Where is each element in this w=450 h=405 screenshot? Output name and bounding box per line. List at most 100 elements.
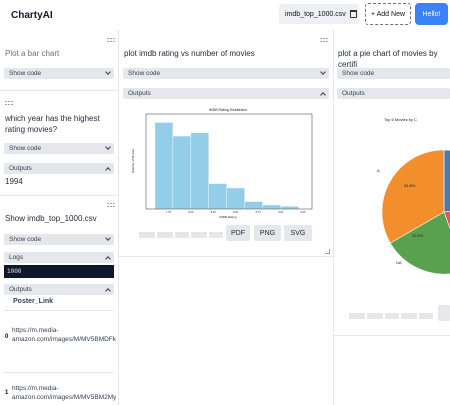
histogram-bar <box>226 187 245 210</box>
logs-label: Logs <box>9 254 24 261</box>
cell-divider <box>119 256 333 257</box>
row-index: 1 <box>5 390 9 396</box>
x-tick-label: 8.25 <box>211 210 217 214</box>
output-result: 1994 <box>5 177 23 186</box>
chart-title: Top 5 Movies by C <box>384 117 417 122</box>
add-new-button[interactable]: + Add New <box>365 3 411 25</box>
file-chip[interactable]: imdb_top_1000.csv <box>279 4 359 24</box>
chevron-up-icon <box>105 167 111 173</box>
cell-divider <box>0 90 118 91</box>
app-header: ChartyAI imdb_top_1000.csv + Add New Hel… <box>0 0 450 30</box>
table-column-header: Poster_Link <box>13 298 54 305</box>
outputs-toggle[interactable]: Outputs <box>4 163 114 174</box>
histogram-bar <box>190 132 210 210</box>
toolbar-placeholder <box>401 313 417 319</box>
histogram-bar <box>280 206 299 210</box>
outputs-label: Outputs <box>342 90 365 97</box>
resize-handle-icon[interactable] <box>325 249 330 254</box>
histogram-bar <box>262 204 281 210</box>
x-axis-label: IMDB Rating <box>219 215 236 219</box>
export-svg-button[interactable]: SVG <box>284 225 312 241</box>
column-divider <box>333 30 334 405</box>
outputs-toggle[interactable]: Outputs <box>123 88 329 99</box>
table-cell: https://m.media-amazon.com/images/M/MV5B… <box>12 385 116 401</box>
table-divider <box>4 310 114 311</box>
outputs-toggle[interactable]: Outputs <box>337 88 450 99</box>
show-code-toggle[interactable]: Show code <box>123 68 329 79</box>
drag-handle-icon[interactable] <box>320 38 329 42</box>
show-code-label: Show code <box>9 70 42 77</box>
chevron-up-icon <box>320 92 326 98</box>
chevron-down-icon <box>105 69 111 75</box>
hello-button[interactable]: Hello! <box>415 3 448 25</box>
cell-divider <box>0 195 118 196</box>
chevron-down-icon <box>320 69 326 75</box>
toolbar-placeholder <box>419 313 433 319</box>
slice-percent: 22.5% <box>412 233 424 238</box>
show-code-label: Show code <box>128 70 161 77</box>
pie-slice <box>443 149 450 213</box>
slice-label: A <box>377 168 380 173</box>
drag-handle-icon[interactable] <box>107 203 116 207</box>
x-tick-label: 9.25 <box>300 210 306 214</box>
trash-icon[interactable] <box>349 10 357 18</box>
cell-prompt[interactable]: Plot a bar chart <box>5 48 59 59</box>
show-code-label: Show code <box>9 145 42 152</box>
cell-prompt[interactable]: plot imdb rating vs number of movies <box>124 48 255 59</box>
export-png-button[interactable]: PNG <box>254 225 281 241</box>
x-tick-label: 8.75 <box>256 210 262 214</box>
show-code-label: Show code <box>342 70 375 77</box>
outputs-label: Outputs <box>9 165 32 172</box>
app-brand: ChartyAI <box>11 10 53 21</box>
toolbar-placeholder <box>139 232 155 238</box>
logs-toggle[interactable]: Logs <box>4 252 114 263</box>
chevron-up-icon <box>105 256 111 262</box>
chevron-down-icon <box>105 144 111 150</box>
toolbar-placeholder <box>157 232 173 238</box>
slice-label: UA <box>396 260 402 265</box>
x-tick-label: 9.00 <box>278 210 284 214</box>
histogram-bar <box>154 122 174 210</box>
histogram-bar <box>244 201 263 210</box>
cell-divider <box>334 335 450 336</box>
histogram-bar <box>172 135 192 210</box>
show-code-toggle[interactable]: Show code <box>4 143 114 154</box>
log-output: 1000 <box>4 265 114 278</box>
show-code-toggle[interactable]: Show code <box>4 68 114 79</box>
row-index: 0 <box>5 334 9 340</box>
show-code-label: Show code <box>9 236 42 243</box>
toolbar-placeholder <box>349 313 365 319</box>
toolbar-placeholder <box>191 232 207 238</box>
slice-percent: 34.8% <box>404 183 416 188</box>
table-cell: https://m.media-amazon.com/images/M/MV5B… <box>12 327 116 343</box>
cell-prompt[interactable]: plot a pie chart of movies by certifi <box>338 48 450 70</box>
chart-title: IMDB Rating Distribution <box>209 108 247 112</box>
export-pdf-button[interactable] <box>438 305 450 321</box>
imdb-rating-histogram: IMDB Rating Distribution Number of Movie… <box>128 104 323 222</box>
show-code-toggle[interactable]: Show code <box>337 68 450 79</box>
drag-handle-icon[interactable] <box>107 38 116 42</box>
x-tick-label: 8.50 <box>233 210 239 214</box>
certificate-pie-chart: Top 5 Movies by C A UA 34.8% 22.5% <box>344 104 450 304</box>
drag-handle-icon[interactable] <box>5 101 14 105</box>
column-divider <box>118 30 119 405</box>
toolbar-placeholder <box>209 232 223 238</box>
chevron-down-icon <box>105 235 111 241</box>
cell-prompt[interactable]: which year has the highest rating movies… <box>5 113 115 135</box>
toolbar-placeholder <box>385 313 399 319</box>
file-name: imdb_top_1000.csv <box>285 10 346 18</box>
cell-prompt[interactable]: Show imdb_top_1000.csv <box>5 213 97 224</box>
x-tick-label: 7.75 <box>166 210 172 214</box>
show-code-toggle[interactable]: Show code <box>4 234 114 245</box>
export-pdf-button[interactable]: PDF <box>226 225 250 241</box>
y-axis-label: Number of Movies <box>131 148 135 173</box>
table-divider <box>4 372 114 373</box>
outputs-label: Outputs <box>128 90 151 97</box>
histogram-bar <box>208 183 227 210</box>
outputs-label: Outputs <box>9 286 32 293</box>
chevron-up-icon <box>105 288 111 294</box>
toolbar-placeholder <box>367 313 383 319</box>
x-tick-label: 8.00 <box>188 210 194 214</box>
toolbar-placeholder <box>175 232 189 238</box>
outputs-toggle[interactable]: Outputs <box>4 284 114 295</box>
